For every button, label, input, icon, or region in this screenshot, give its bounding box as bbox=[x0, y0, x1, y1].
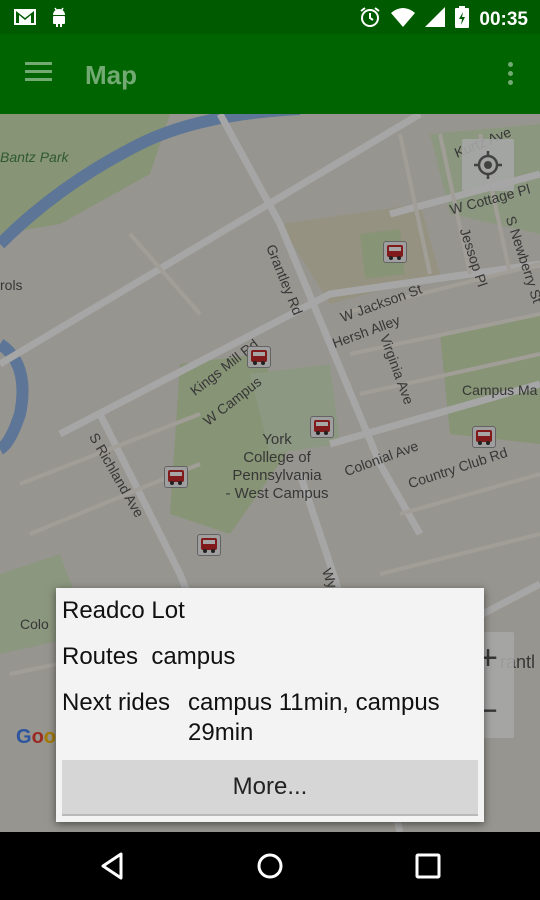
page-title: Map bbox=[85, 60, 137, 90]
navigation-bar bbox=[0, 832, 540, 900]
battery-icon bbox=[455, 6, 470, 33]
gmail-icon bbox=[14, 9, 36, 30]
map-label-campus-name: York College of Pennsylvania - West Camp… bbox=[225, 431, 329, 502]
map-label-campus-ma: Campus Ma bbox=[462, 382, 538, 398]
google-logo: Goo bbox=[16, 726, 56, 748]
bus-stop-marker[interactable] bbox=[247, 346, 271, 368]
bus-stop-marker[interactable] bbox=[197, 534, 221, 556]
stop-name: Readco Lot bbox=[62, 597, 185, 624]
crosshair-icon bbox=[474, 151, 502, 179]
recents-icon[interactable] bbox=[408, 846, 448, 886]
bus-stop-marker[interactable] bbox=[310, 416, 334, 438]
my-location-button[interactable] bbox=[462, 139, 514, 191]
overflow-menu-icon[interactable] bbox=[502, 60, 518, 90]
routes-label: Routes bbox=[62, 643, 139, 670]
bus-stop-marker[interactable] bbox=[164, 466, 188, 488]
bus-stop-marker[interactable] bbox=[383, 241, 407, 263]
alarm-icon bbox=[359, 6, 381, 33]
routes-row: Routes campus bbox=[62, 642, 235, 672]
more-button[interactable]: More... bbox=[62, 760, 478, 816]
home-icon[interactable] bbox=[250, 846, 290, 886]
wifi-icon bbox=[391, 7, 416, 32]
bus-stop-marker[interactable] bbox=[472, 426, 496, 448]
clock: 00:35 bbox=[479, 8, 528, 30]
app-bar: Map bbox=[0, 34, 540, 114]
map-label-colo: Colo bbox=[20, 616, 49, 632]
map-label-bantz-park: Bantz Park bbox=[0, 149, 69, 165]
android-debug-icon bbox=[50, 7, 68, 32]
map-label-rols: rols bbox=[0, 277, 23, 293]
back-icon[interactable] bbox=[92, 846, 132, 886]
routes-value: campus bbox=[151, 643, 236, 670]
next-rides-value: campus 11min, campus 29min bbox=[188, 689, 440, 746]
status-bar: 00:35 bbox=[0, 0, 540, 34]
signal-icon bbox=[425, 7, 446, 32]
next-rides-label: Next rides bbox=[62, 689, 171, 716]
stop-info-dialog: Readco Lot Routes campus Next rides campu… bbox=[56, 588, 484, 822]
next-rides-row: Next rides campus 11min, campus 29min bbox=[62, 688, 472, 748]
menu-icon[interactable] bbox=[20, 58, 58, 92]
